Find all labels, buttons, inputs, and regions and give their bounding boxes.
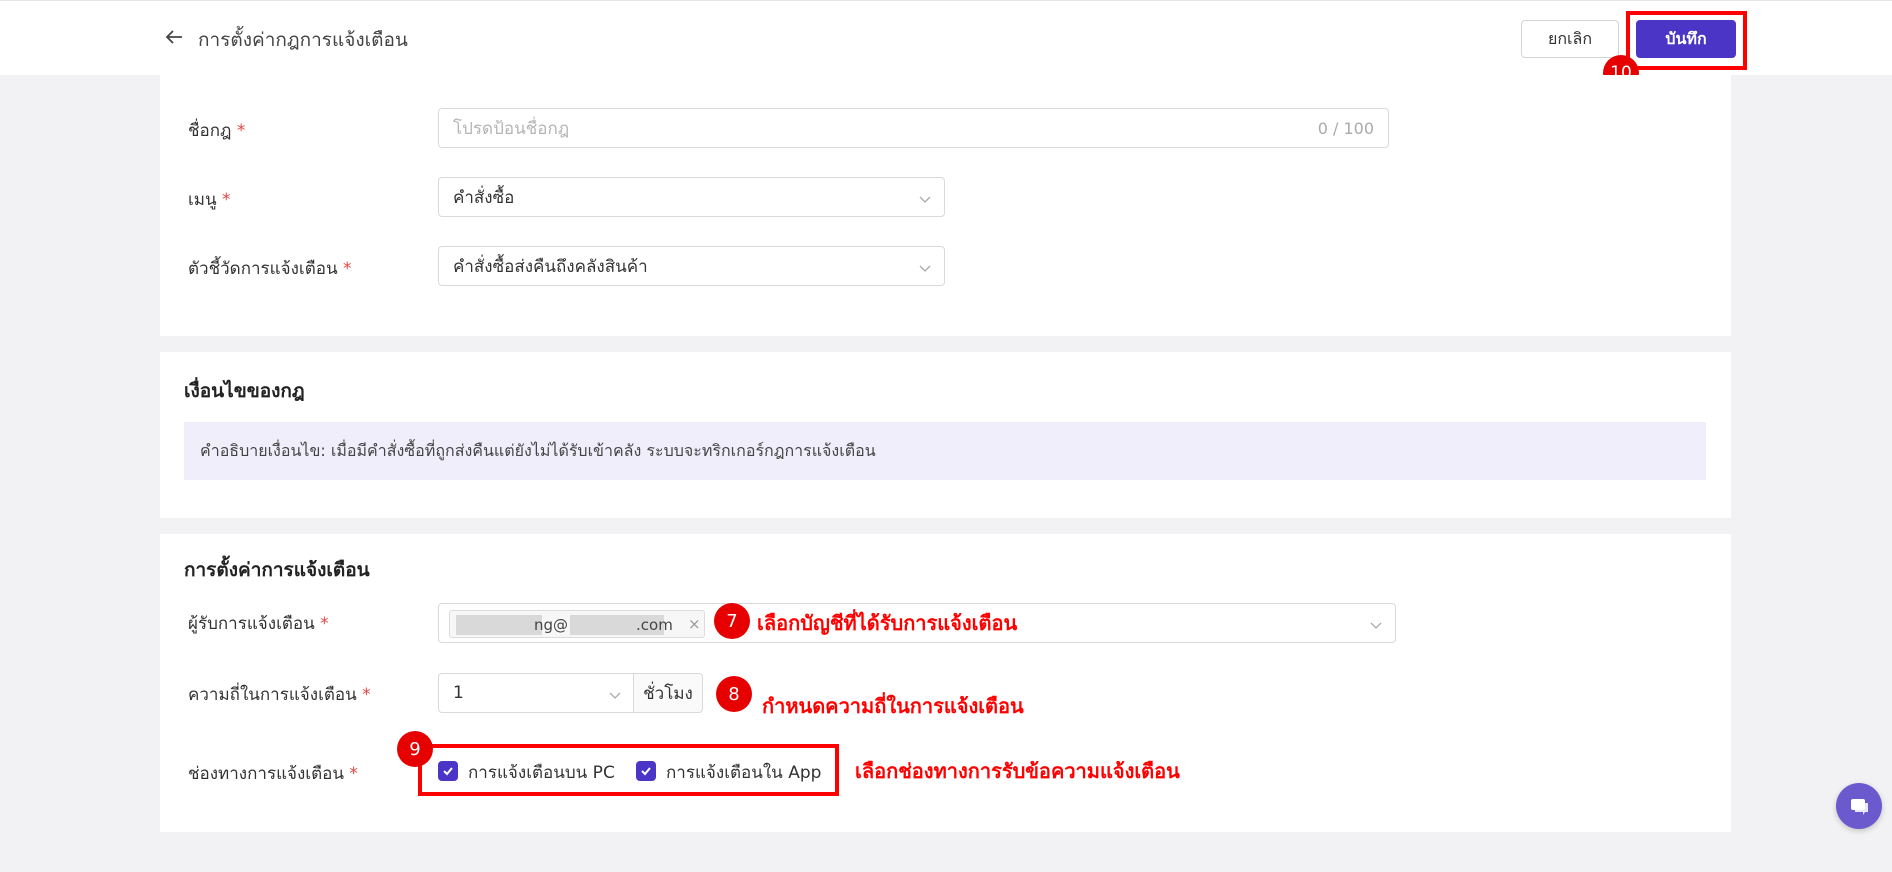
conditions-description: คำอธิบายเงื่อนไข: เมื่อมีคำสั่งซื้อที่ถู…: [184, 422, 1706, 480]
rule-name-input[interactable]: โปรดป้อนชื่อกฎ 0 / 100: [438, 108, 1389, 148]
page-title: การตั้งค่ากฎการแจ้งเตือน: [198, 29, 408, 51]
channel-label: ช่องทางการแจ้งเตือน *: [188, 764, 358, 784]
chevron-down-icon: [918, 260, 932, 274]
recipient-tag-text: ng@: [534, 616, 569, 634]
indicator-label: ตัวชี้วัดการแจ้งเตือน *: [188, 259, 352, 279]
chevron-down-icon: [608, 687, 622, 701]
rule-name-placeholder: โปรดป้อนชื่อกฎ: [453, 118, 570, 139]
rule-info-card: ชื่อกฎ * โปรดป้อนชื่อกฎ 0 / 100 เมนู * ค…: [160, 75, 1731, 336]
cancel-button[interactable]: ยกเลิก: [1521, 20, 1619, 58]
conditions-card: เงื่อนไขของกฎ คำอธิบายเงื่อนไข: เมื่อมีค…: [160, 352, 1731, 518]
chevron-down-icon: [1369, 617, 1383, 631]
close-icon[interactable]: ×: [688, 615, 701, 633]
frequency-label: ความถี่ในการแจ้งเตือน *: [188, 685, 371, 705]
save-highlight-box: [1626, 11, 1747, 70]
frequency-value: 1: [453, 683, 464, 703]
recipient-label: ผู้รับการแจ้งเตือน *: [188, 614, 329, 634]
step-badge-7: 7: [714, 603, 750, 639]
menu-select[interactable]: คำสั่งซื้อ: [438, 177, 945, 217]
annotation-text-7: เลือกบัญชีที่ได้รับการแจ้งเตือน: [757, 611, 1018, 635]
indicator-select[interactable]: คำสั่งซื้อส่งคืนถึงคลังสินค้า: [438, 246, 945, 286]
recipient-tag-text: .com: [636, 616, 673, 634]
notification-settings-title: การตั้งค่าการแจ้งเตือน: [184, 559, 370, 581]
step-badge-8: 8: [716, 676, 752, 712]
notification-settings-card: การตั้งค่าการแจ้งเตือน ผู้รับการแจ้งเตือ…: [160, 534, 1731, 832]
rule-name-counter: 0 / 100: [1317, 119, 1374, 138]
annotation-text-8: กำหนดความถี่ในการแจ้งเตือน: [762, 694, 1024, 718]
frequency-group: 1 ชั่วโมง: [438, 673, 703, 713]
recipient-tag: ng@ .com ×: [449, 610, 705, 638]
annotation-text-9: เลือกช่องทางการรับข้อความแจ้งเตือน: [855, 759, 1180, 783]
frequency-unit: ชั่วโมง: [633, 673, 703, 713]
step-badge-9: 9: [397, 731, 433, 767]
menu-select-value: คำสั่งซื้อ: [453, 187, 515, 208]
chat-button[interactable]: [1836, 783, 1882, 829]
frequency-select[interactable]: 1: [438, 673, 635, 713]
redacted-area: [456, 615, 542, 635]
chat-icon: [1851, 799, 1868, 815]
conditions-title: เงื่อนไขของกฎ: [184, 380, 305, 402]
channel-highlight-box: [418, 744, 839, 796]
conditions-description-text: คำอธิบายเงื่อนไข: เมื่อมีคำสั่งซื้อที่ถู…: [200, 440, 876, 460]
arrow-left-icon[interactable]: [164, 27, 184, 47]
rule-name-label: ชื่อกฎ *: [188, 121, 246, 141]
chevron-down-icon: [918, 191, 932, 205]
indicator-select-value: คำสั่งซื้อส่งคืนถึงคลังสินค้า: [453, 256, 648, 277]
menu-label: เมนู *: [188, 190, 231, 210]
